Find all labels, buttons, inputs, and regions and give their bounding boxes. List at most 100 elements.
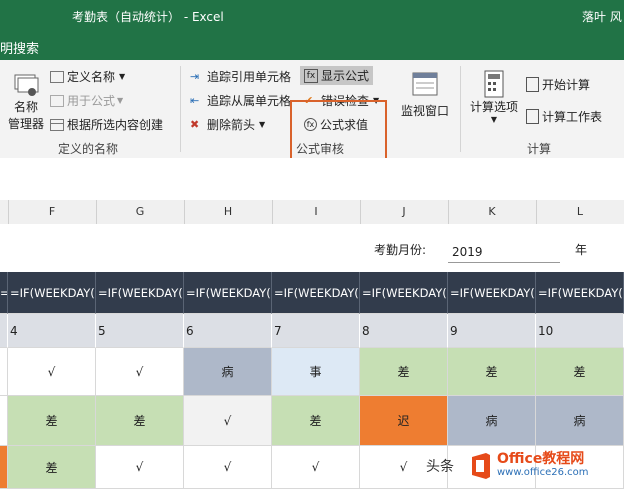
group-label-formula-auditing: 公式审核 [296, 142, 345, 156]
column-header[interactable]: L [536, 200, 624, 224]
tell-me-search[interactable]: 明搜索 [0, 38, 39, 57]
use-in-formula-icon [50, 94, 64, 107]
remove-arrows-label: 删除箭头 [207, 118, 256, 132]
year-underline [448, 262, 560, 263]
day-number-cell[interactable]: 7 [272, 314, 360, 348]
attendance-cell[interactable]: √ [96, 446, 184, 489]
attendance-cell[interactable]: 病 [184, 348, 272, 396]
group-label-defined-names: 定义的名称 [58, 142, 119, 156]
define-name-label: 定义名称 [67, 70, 116, 84]
month-label: 考勤月份: [374, 243, 427, 257]
watch-window-button[interactable]: 监视窗口 [400, 70, 450, 119]
column-header[interactable]: K [448, 200, 537, 224]
attendance-cell[interactable]: 差 [8, 446, 96, 489]
name-manager-icon [14, 74, 39, 96]
attendance-cell[interactable]: √ [184, 446, 272, 489]
calculate-sheet-button[interactable]: 计算工作表 [526, 108, 602, 125]
trace-precedents-button[interactable]: ⇥ 追踪引用单元格 [190, 68, 291, 85]
calculator-icon [484, 70, 504, 98]
day-number-cell-partial[interactable] [0, 314, 8, 348]
group-label-calculation: 计算 [527, 142, 552, 156]
year-value-cell[interactable]: 2019 [452, 245, 483, 259]
attendance-cell[interactable]: √ [184, 396, 272, 446]
attendance-cell[interactable]: √ [272, 446, 360, 489]
use-in-formula-label: 用于公式 [67, 94, 116, 108]
column-header[interactable]: I [272, 200, 361, 224]
year-unit-label: 年 [575, 243, 588, 257]
formula-cell[interactable]: =IF(WEEKDAY(D [360, 272, 448, 314]
calculate-now-button[interactable]: 开始计算 [526, 76, 590, 93]
watch-window-icon [412, 72, 438, 96]
day-number-cell[interactable]: 4 [8, 314, 96, 348]
calculate-sheet-icon [526, 109, 539, 124]
define-name-button[interactable]: 定义名称 ▼ [50, 68, 125, 85]
name-manager-button[interactable]: 名称 管理器 [6, 72, 46, 132]
attendance-cell[interactable]: 病 [448, 396, 536, 446]
attendance-cell[interactable]: 事 [272, 348, 360, 396]
document-title: 考勤表（自动统计） - Excel [72, 10, 224, 24]
define-name-icon [50, 70, 64, 83]
show-formulas-button[interactable]: fx 显示公式 [300, 66, 374, 85]
calculation-options-label: 计算选项 [469, 100, 518, 114]
column-header-bar: F G H I J K L [0, 200, 624, 225]
column-header[interactable]: H [184, 200, 273, 224]
attendance-cell-partial[interactable] [0, 396, 8, 446]
attendance-cell[interactable]: 差 [272, 396, 360, 446]
formula-cell[interactable]: =IF(WEEKDAY(D [0, 272, 8, 314]
chevron-down-icon: ▼ [490, 115, 498, 124]
chevron-down-icon: ▼ [117, 96, 124, 105]
trace-dependents-button[interactable]: ⇤ 追踪从属单元格 [190, 92, 291, 109]
day-number-cell[interactable]: 6 [184, 314, 272, 348]
ribbon-separator [180, 66, 181, 152]
formula-cell[interactable]: =IF(WEEKDAY(D [536, 272, 624, 314]
formula-cell[interactable]: =IF(WEEKDAY(D [184, 272, 272, 314]
formula-cell[interactable]: =IF(WEEKDAY(D [448, 272, 536, 314]
attendance-cell[interactable]: 差 [96, 396, 184, 446]
create-from-selection-button[interactable]: 根据所选内容创建 [50, 116, 163, 133]
attendance-cell[interactable]: 差 [8, 396, 96, 446]
formula-cell[interactable]: =IF(WEEKDAY(D [8, 272, 96, 314]
formula-bar[interactable] [0, 158, 624, 201]
trace-dependents-label: 追踪从属单元格 [207, 94, 292, 108]
create-from-selection-icon [50, 118, 64, 131]
attendance-cell-partial[interactable] [0, 446, 8, 489]
attendance-cell[interactable]: 病 [536, 396, 624, 446]
attendance-cell[interactable]: √ [96, 348, 184, 396]
attendance-cell[interactable]: 迟 [360, 396, 448, 446]
worksheet-grid[interactable]: 考勤月份: 2019 年 =IF(WEEKDAY(D =IF(WEEKDAY(D… [0, 224, 624, 489]
attendance-cell[interactable]: 差 [536, 348, 624, 396]
formula-cell[interactable]: =IF(WEEKDAY(D [96, 272, 184, 314]
watermark-toutiao: 头条 [426, 459, 454, 475]
calculation-options-button[interactable]: 计算选项 ▼ [468, 70, 520, 124]
name-manager-label-1: 名称 [13, 100, 38, 114]
trace-dependents-icon: ⇤ [190, 93, 200, 107]
attendance-cell-partial[interactable] [0, 348, 8, 396]
use-in-formula-button[interactable]: 用于公式 ▼ [50, 92, 123, 109]
office-logo-icon [472, 453, 490, 479]
calculate-sheet-label: 计算工作表 [542, 110, 603, 124]
show-formulas-icon: fx [304, 68, 318, 83]
day-number-cell[interactable]: 5 [96, 314, 184, 348]
remove-arrows-icon: ✖ [190, 117, 200, 131]
watch-window-label: 监视窗口 [400, 104, 449, 118]
column-header[interactable]: F [8, 200, 97, 224]
attendance-cell[interactable]: 差 [448, 348, 536, 396]
trace-precedents-label: 追踪引用单元格 [207, 70, 292, 84]
create-from-selection-label: 根据所选内容创建 [67, 118, 164, 132]
ribbon-separator [460, 66, 461, 152]
attendance-cell[interactable]: 差 [360, 348, 448, 396]
trace-precedents-icon: ⇥ [190, 69, 200, 83]
remove-arrows-button[interactable]: ✖ 删除箭头 ▼ [190, 116, 265, 133]
ribbon-tab-strip: 明搜索 [0, 30, 624, 60]
attendance-cell[interactable]: √ [8, 348, 96, 396]
day-number-cell[interactable]: 10 [536, 314, 624, 348]
user-name[interactable]: 落叶 风 [582, 8, 622, 25]
show-formulas-label: 显示公式 [321, 69, 370, 83]
watermark-brand: Office教程网 [497, 451, 585, 467]
chevron-down-icon: ▼ [259, 120, 266, 129]
day-number-cell[interactable]: 8 [360, 314, 448, 348]
column-header[interactable]: J [360, 200, 449, 224]
formula-cell[interactable]: =IF(WEEKDAY(D [272, 272, 360, 314]
day-number-cell[interactable]: 9 [448, 314, 536, 348]
column-header[interactable]: G [96, 200, 185, 224]
